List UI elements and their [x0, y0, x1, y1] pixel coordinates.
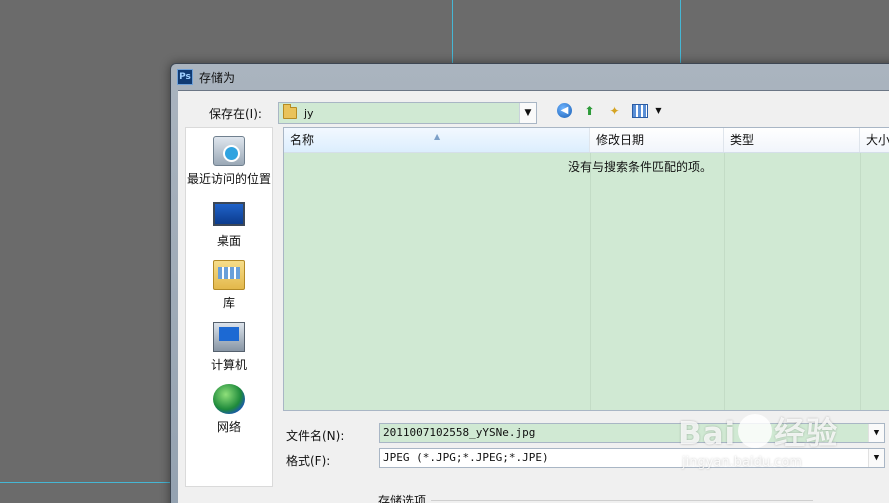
place-computer[interactable]: 计算机	[186, 318, 272, 378]
format-value: JPEG (*.JPG;*.JPEG;*.JPE)	[383, 451, 549, 464]
guide-horizontal	[0, 482, 175, 483]
save-options-label: 存储选项	[378, 494, 427, 503]
column-header-type[interactable]: 类型	[724, 128, 860, 152]
place-label: 网络	[216, 420, 241, 434]
place-network[interactable]: 网络	[186, 380, 272, 440]
column-header-label: 大小	[866, 133, 889, 147]
places-bar: 最近访问的位置 桌面 库 计算机 网络	[185, 127, 273, 487]
chevron-down-icon[interactable]: ▼	[519, 103, 536, 123]
column-header-label: 修改日期	[596, 133, 645, 147]
place-library[interactable]: 库	[186, 256, 272, 316]
column-header-date[interactable]: 修改日期	[590, 128, 724, 152]
title-bar[interactable]: Ps 存储为	[171, 64, 889, 90]
sort-ascending-icon: ▲	[434, 132, 441, 141]
place-desktop[interactable]: 桌面	[186, 194, 272, 254]
column-divider	[590, 153, 591, 410]
place-label: 桌面	[216, 234, 241, 248]
computer-icon	[213, 322, 245, 352]
save-options-divider	[431, 500, 813, 501]
chevron-down-icon[interactable]: ▼	[868, 424, 884, 442]
column-header-name[interactable]: ▲ 名称	[284, 128, 590, 152]
save-in-row: 保存在(I): jy ▼ ◀ ⬆ ✦ ▼	[178, 101, 889, 125]
filename-label: 文件名(N):	[286, 429, 345, 443]
column-divider	[860, 153, 861, 410]
place-label: 最近访问的位置	[186, 172, 271, 186]
save-in-combo[interactable]: jy ▼	[278, 102, 537, 124]
desktop-icon	[213, 202, 245, 226]
dialog-title: 存储为	[199, 70, 236, 85]
back-icon: ◀	[557, 103, 572, 118]
filename-input[interactable]: 2011007102558_yYSNe.jpg ▼	[379, 423, 885, 443]
save-in-value: jy	[304, 106, 314, 120]
place-label: 计算机	[210, 358, 247, 372]
format-label: 格式(F):	[286, 454, 331, 468]
chevron-down-icon[interactable]: ▼	[868, 449, 884, 467]
filename-value: 2011007102558_yYSNe.jpg	[383, 426, 536, 439]
photoshop-icon: Ps	[177, 69, 193, 85]
column-header-size[interactable]: 大小	[860, 128, 889, 152]
format-select[interactable]: JPEG (*.JPG;*.JPEG;*.JPE) ▼	[379, 448, 885, 468]
back-button[interactable]: ◀	[556, 102, 573, 119]
new-folder-icon[interactable]: ✦	[606, 102, 623, 119]
views-menu-icon	[631, 103, 648, 118]
file-list-header: ▲ 名称 修改日期 类型 大小	[284, 128, 889, 153]
column-header-label: 名称	[290, 133, 315, 147]
save-in-label: 保存在(I):	[209, 107, 262, 121]
views-dropdown-arrow-icon[interactable]: ▼	[650, 102, 667, 119]
folder-icon	[283, 104, 297, 119]
views-menu-button[interactable]	[631, 102, 648, 119]
library-icon	[213, 260, 245, 290]
column-divider	[724, 153, 725, 410]
empty-list-message: 没有与搜索条件匹配的项。	[568, 160, 713, 174]
column-header-label: 类型	[730, 133, 755, 147]
place-label: 库	[222, 296, 235, 310]
file-list[interactable]: ▲ 名称 修改日期 类型 大小 没有与搜索条件匹配的项。	[283, 127, 889, 411]
place-recent[interactable]: 最近访问的位置	[186, 132, 272, 192]
save-as-dialog: Ps 存储为 保存在(I): jy ▼ ◀ ⬆ ✦ ▼ 最近访问的位置 桌面 库…	[170, 63, 889, 503]
up-folder-icon[interactable]: ⬆	[581, 102, 598, 119]
network-icon	[213, 384, 245, 414]
dialog-body: 保存在(I): jy ▼ ◀ ⬆ ✦ ▼ 最近访问的位置 桌面 库 计算机 网络…	[178, 90, 889, 503]
recent-places-icon	[213, 136, 245, 166]
navigation-toolbar: ◀ ⬆ ✦ ▼	[556, 102, 667, 119]
